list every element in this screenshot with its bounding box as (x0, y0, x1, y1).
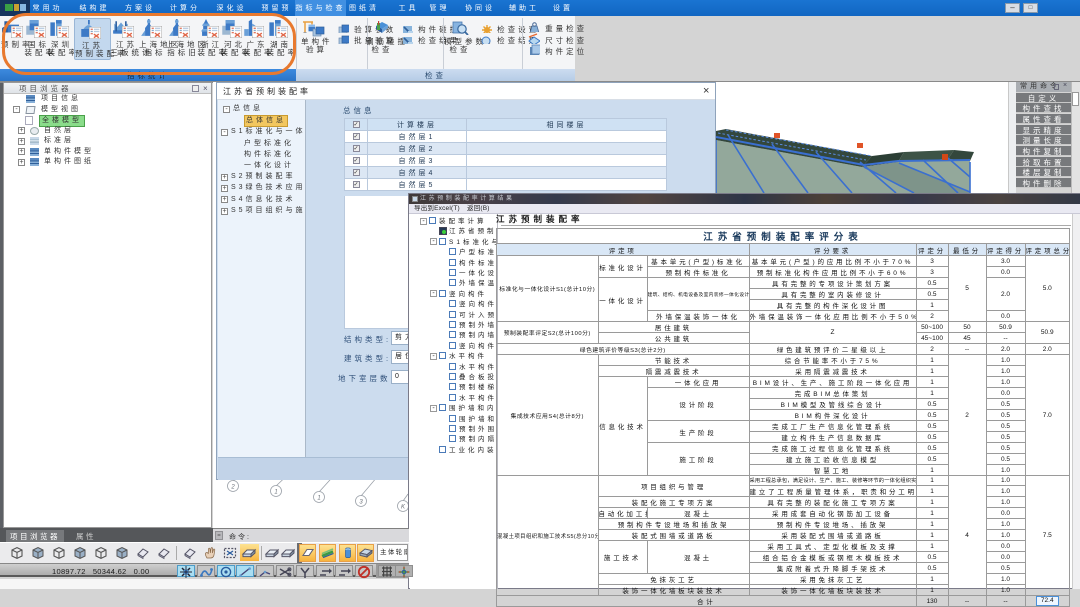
svg-text:1: 1 (274, 490, 277, 496)
svg-text:2: 2 (230, 485, 235, 491)
svg-text:1: 1 (317, 496, 320, 502)
